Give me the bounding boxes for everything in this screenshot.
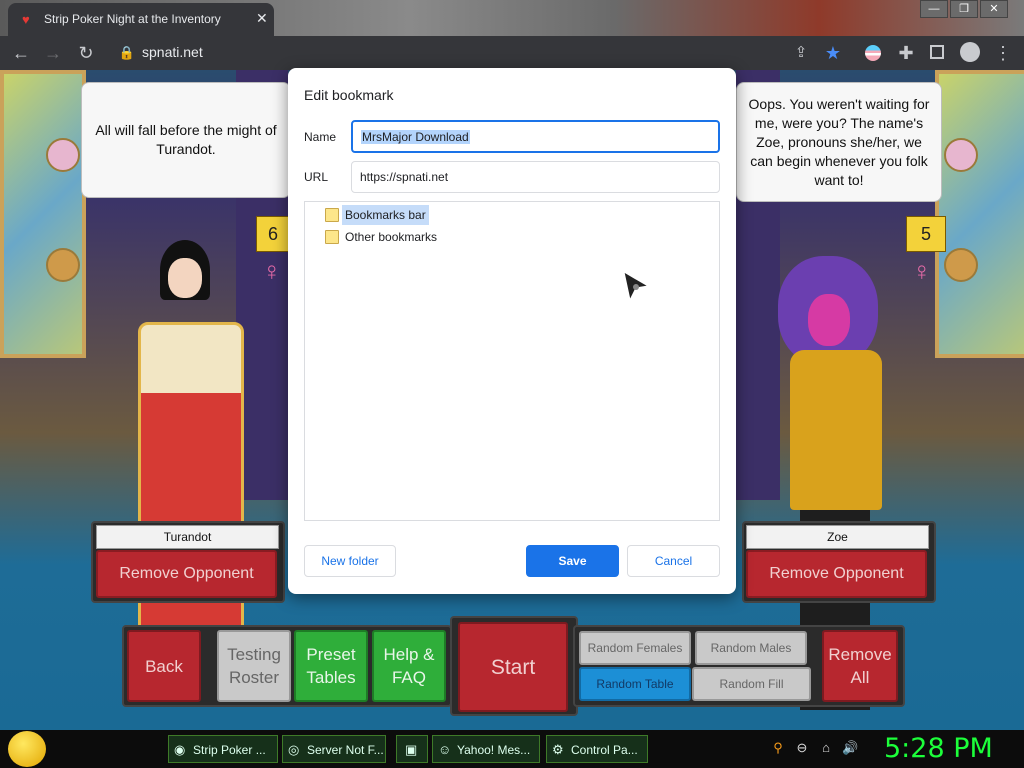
taskbar-item-firefox[interactable]: ◎ Server Not F... <box>282 735 386 763</box>
bookmark-star-icon[interactable]: ★ <box>822 42 844 64</box>
right-rosette <box>944 138 978 172</box>
zoe-clothing-count-badge: 5 <box>906 216 946 252</box>
network-icon[interactable]: ⌂ <box>818 740 834 756</box>
turandot-face <box>168 258 202 298</box>
lock-icon[interactable]: 🔒 <box>116 42 138 64</box>
reload-icon[interactable]: ↻ <box>75 42 97 64</box>
zoe-speech-bubble: Oops. You weren't waiting for me, were y… <box>736 82 942 202</box>
folder-icon <box>325 208 339 222</box>
remove-all-button[interactable]: Remove All <box>822 630 898 702</box>
zoe-hoodie <box>790 350 882 510</box>
share-icon[interactable]: ⇪ <box>790 42 812 64</box>
right-opponent-name: Zoe <box>746 525 929 549</box>
forward-arrow-icon[interactable]: → <box>42 42 64 64</box>
start-button[interactable]: Start <box>458 622 568 712</box>
chrome-icon: ◉ <box>174 742 186 757</box>
selected-name-text: MrsMajor Download <box>361 130 470 144</box>
turandot-clothing-count-badge: 6 <box>256 216 290 252</box>
taskbar-clock[interactable]: 5:28 PM <box>884 733 993 764</box>
bookmark-url-input[interactable]: https://spnati.net <box>351 161 720 193</box>
mouse-cursor-icon <box>623 270 650 302</box>
right-rosette-lower <box>944 248 978 282</box>
bookmark-name-input[interactable]: MrsMajor Download <box>351 120 720 153</box>
help-faq-button[interactable]: Help & FAQ <box>372 630 446 702</box>
maximize-button[interactable]: ❐ <box>950 0 978 18</box>
zoe-face <box>808 294 850 346</box>
dialog-title: Edit bookmark <box>304 87 394 103</box>
extension-flag-icon[interactable] <box>865 45 881 61</box>
start-smiley-button[interactable] <box>8 731 46 767</box>
left-opponent-name: Turandot <box>96 525 279 549</box>
profile-avatar-icon[interactable] <box>960 42 980 62</box>
extensions-puzzle-icon[interactable]: ✚ <box>895 42 917 64</box>
tray-circle-icon[interactable]: ⊖ <box>794 740 810 756</box>
url-label: URL <box>304 170 329 184</box>
minimize-button[interactable]: — <box>920 0 948 18</box>
volume-icon[interactable]: 🔊 <box>842 740 858 756</box>
name-label: Name <box>304 130 337 144</box>
side-panel-icon[interactable] <box>930 45 944 59</box>
window-close-button[interactable]: ✕ <box>980 0 1008 18</box>
folder-app-icon: ▣ <box>405 742 418 757</box>
browser-tab[interactable]: ♥ Strip Poker Night at the Inventory ✕ <box>8 3 274 36</box>
folder-tree: Bookmarks bar Other bookmarks <box>304 201 720 521</box>
taskbar-item-folder[interactable]: ▣ <box>396 735 428 763</box>
search-icon[interactable]: ⚲ <box>770 740 786 756</box>
folder-bookmarks-bar[interactable]: Bookmarks bar <box>342 205 429 225</box>
back-arrow-icon[interactable]: ← <box>10 42 32 64</box>
taskbar-item-browser[interactable]: ◉ Strip Poker ... <box>168 735 278 763</box>
taskbar-item-control-panel[interactable]: ⚙ Control Pa... <box>546 735 648 763</box>
random-males-button[interactable]: Random Males <box>695 631 807 665</box>
left-stained-glass-window <box>0 70 86 358</box>
control-panel-icon: ⚙ <box>552 742 564 757</box>
turandot-speech-bubble: All will fall before the might of Turand… <box>81 82 291 198</box>
heart-favicon-icon: ♥ <box>22 12 30 27</box>
preset-tables-button[interactable]: Preset Tables <box>294 630 368 702</box>
remove-left-opponent-button[interactable]: Remove Opponent <box>96 550 277 598</box>
taskbar-item-yahoo[interactable]: ☺ Yahoo! Mes... <box>432 735 540 763</box>
right-stained-glass-window <box>935 70 1024 358</box>
testing-roster-button[interactable]: Testing Roster <box>217 630 291 702</box>
tab-title: Strip Poker Night at the Inventory <box>44 12 221 26</box>
random-table-button[interactable]: Random Table <box>579 667 691 701</box>
folder-icon <box>325 230 339 244</box>
new-folder-button[interactable]: New folder <box>304 545 396 577</box>
female-symbol-icon: ♀ <box>912 256 932 286</box>
female-symbol-icon: ♀ <box>262 256 282 286</box>
menu-kebab-icon[interactable]: ⋮ <box>992 42 1014 64</box>
firefox-icon: ◎ <box>288 742 300 757</box>
cancel-button[interactable]: Cancel <box>627 545 720 577</box>
yahoo-messenger-icon: ☺ <box>438 742 452 757</box>
random-females-button[interactable]: Random Females <box>579 631 691 665</box>
edit-bookmark-dialog: Edit bookmark Name MrsMajor Download URL… <box>288 68 736 594</box>
address-bar[interactable]: spnati.net <box>142 44 203 60</box>
remove-right-opponent-button[interactable]: Remove Opponent <box>746 550 927 598</box>
tab-close-icon[interactable]: ✕ <box>256 10 268 27</box>
back-button[interactable]: Back <box>127 630 201 702</box>
random-fill-button[interactable]: Random Fill <box>692 667 811 701</box>
left-rosette-lower <box>46 248 80 282</box>
left-rosette <box>46 138 80 172</box>
folder-other-bookmarks[interactable]: Other bookmarks <box>345 227 437 247</box>
save-button[interactable]: Save <box>526 545 619 577</box>
